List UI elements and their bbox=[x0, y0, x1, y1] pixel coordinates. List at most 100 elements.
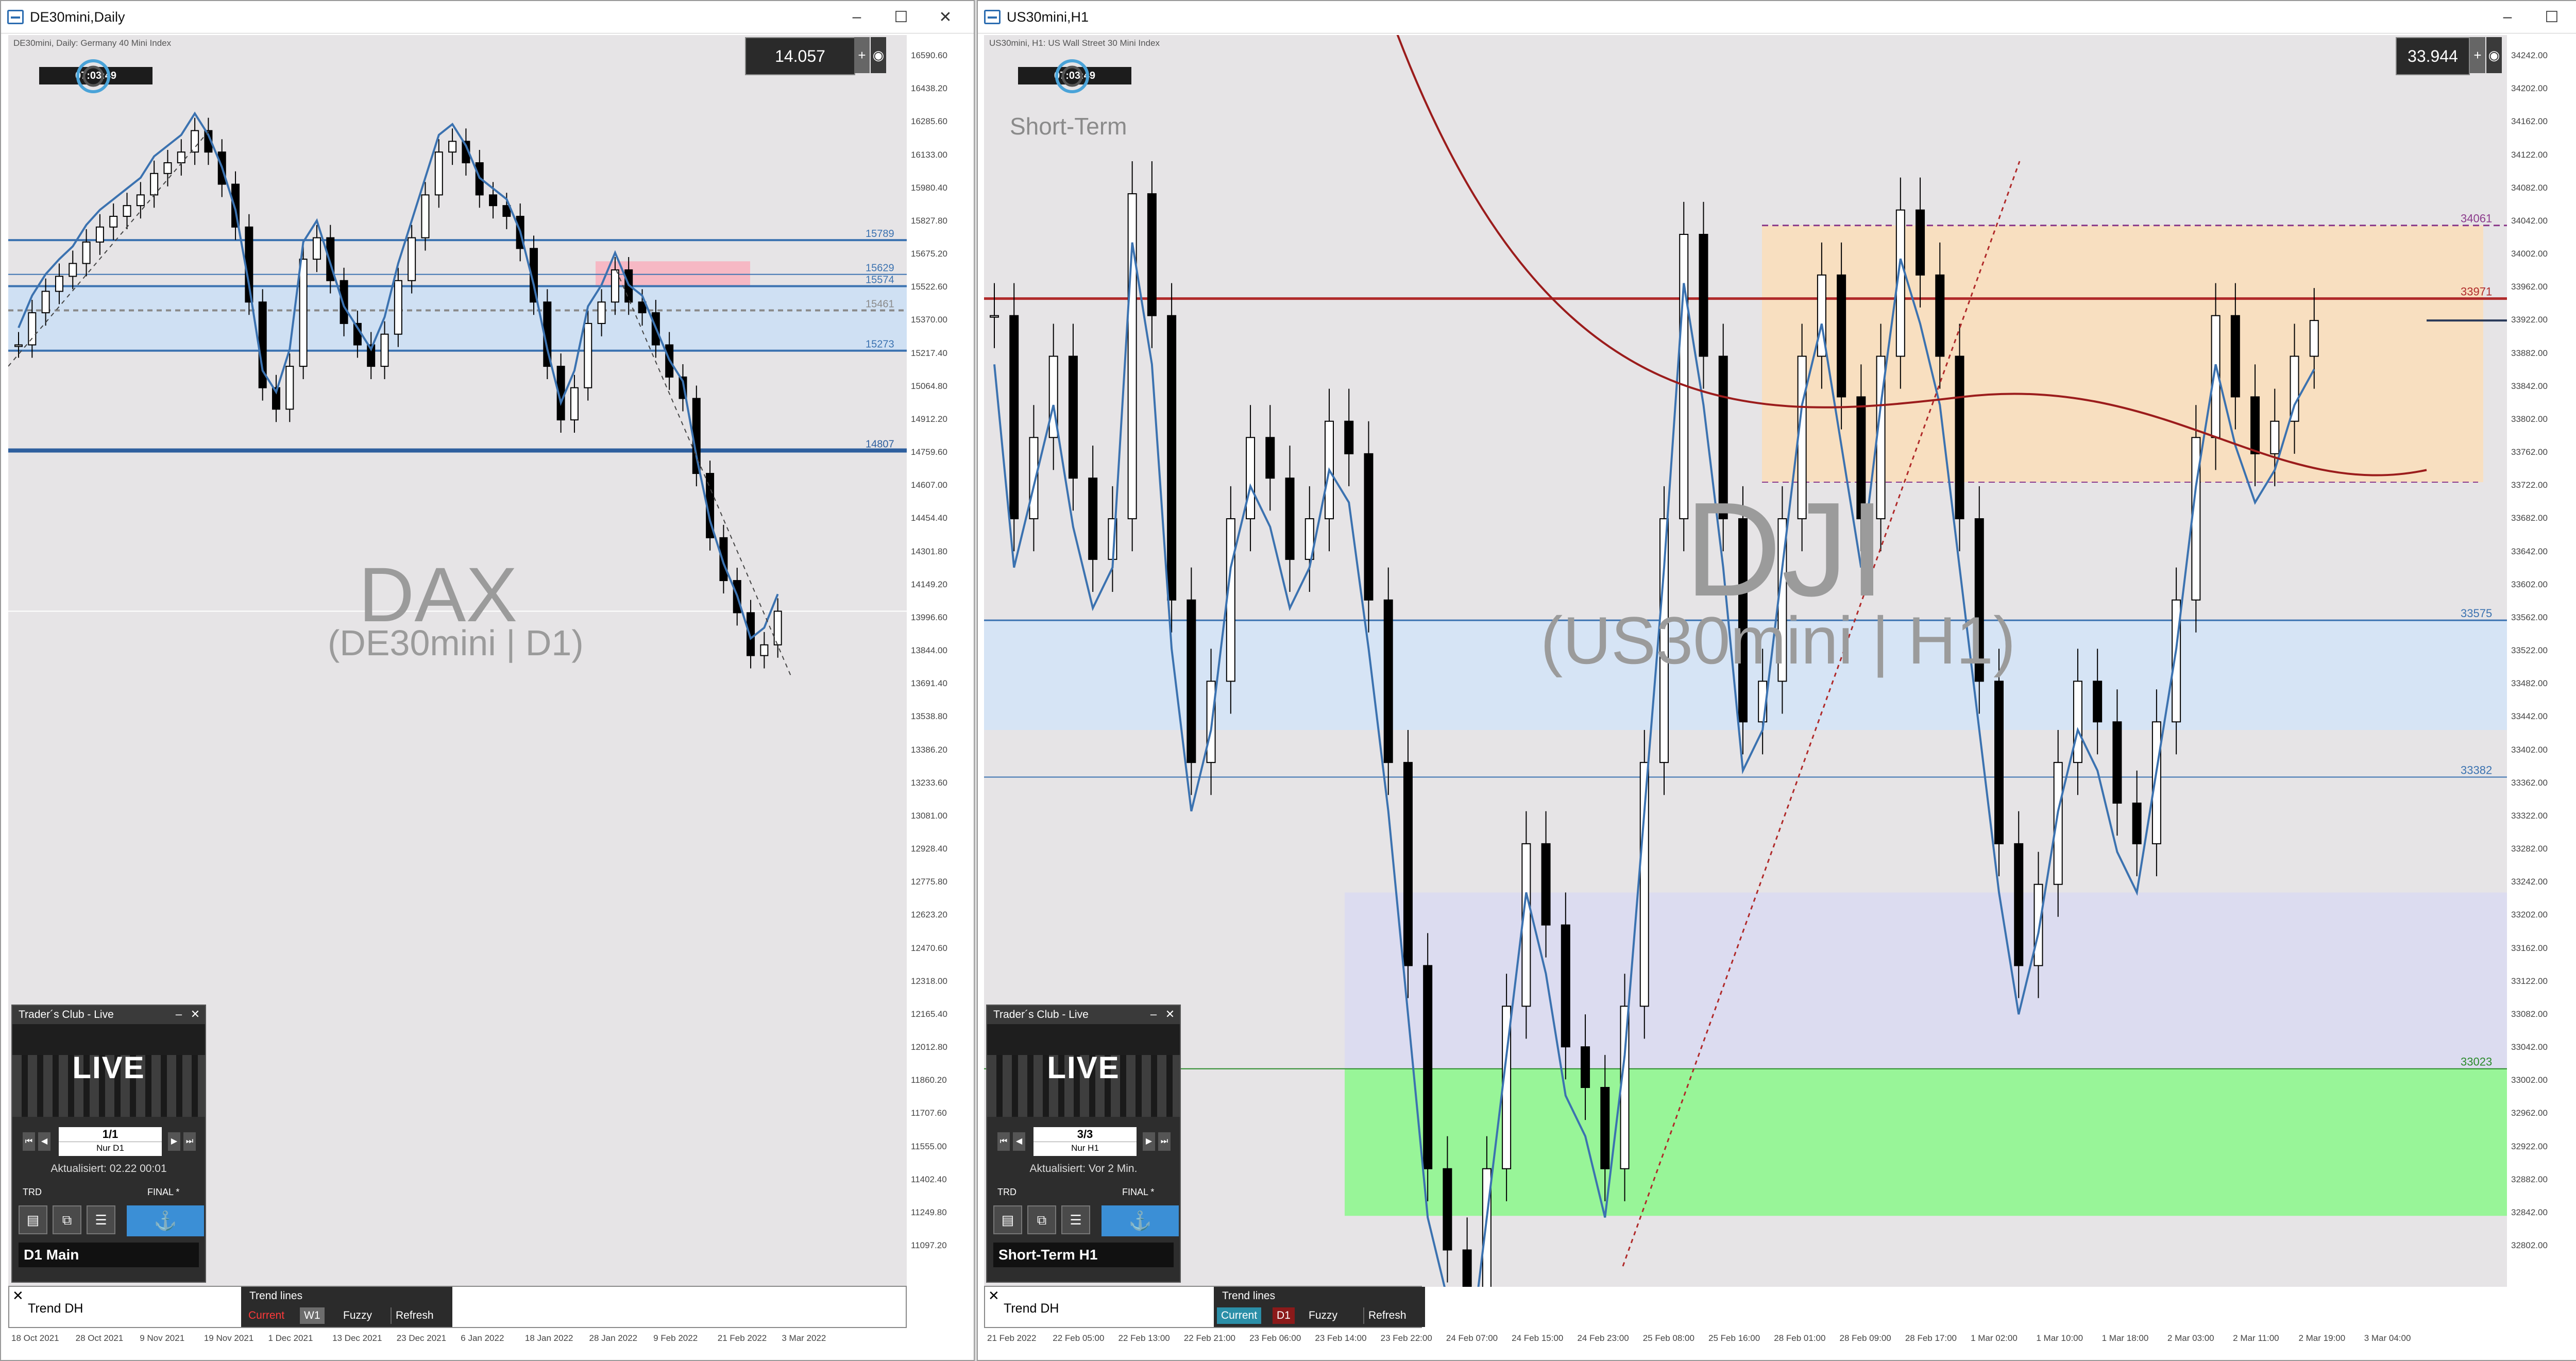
price-settings-icon[interactable]: ◉ bbox=[2486, 37, 2502, 73]
candle-body bbox=[1167, 315, 1177, 601]
y-axis-tick-label: 15827.80 bbox=[911, 215, 947, 226]
y-axis-tick-label: 34082.00 bbox=[2511, 182, 2548, 193]
traders-club-logo-icon bbox=[1055, 59, 1089, 93]
maximize-button[interactable]: ☐ bbox=[879, 8, 923, 26]
y-axis-tick-label: 16133.00 bbox=[911, 149, 947, 160]
document-icon[interactable]: ▤ bbox=[993, 1205, 1022, 1234]
y-axis-tick-label: 11860.20 bbox=[911, 1075, 947, 1085]
left-window-titlebar[interactable]: DE30mini,Daily – ☐ ✕ bbox=[1, 1, 974, 33]
x-axis-tick-label: 13 Dec 2021 bbox=[332, 1333, 382, 1343]
price-plus-button[interactable]: + bbox=[2470, 37, 2485, 73]
price-settings-icon[interactable]: ◉ bbox=[871, 37, 886, 73]
refresh-button[interactable]: Refresh bbox=[1363, 1307, 1411, 1324]
minimize-button[interactable]: – bbox=[835, 8, 879, 26]
trend-toolbar: ✕ Trend DH Trend lines Current D1 Fuzzy … bbox=[984, 1286, 1425, 1328]
panel-selection-label: D1 Main bbox=[19, 1243, 199, 1267]
y-axis-tick-label: 12012.80 bbox=[911, 1042, 947, 1052]
x-axis-tick-label: 28 Feb 09:00 bbox=[1839, 1333, 1891, 1343]
level-label: 34061 bbox=[2461, 212, 2492, 225]
close-button[interactable]: ✕ bbox=[923, 8, 968, 26]
database-icon[interactable]: ☰ bbox=[1061, 1205, 1090, 1234]
y-axis-tick-label: 12318.00 bbox=[911, 976, 947, 986]
prev-page-button[interactable]: ◀ bbox=[38, 1132, 50, 1151]
y-axis-tick-label: 15980.40 bbox=[911, 182, 947, 193]
dax-chart-area[interactable]: 15789 15629 15574 15461 15273 14807 DE30mini,… bbox=[8, 35, 907, 1287]
candle-body bbox=[123, 205, 131, 217]
current-button[interactable]: Current bbox=[244, 1307, 289, 1324]
anchor-button[interactable]: ⚓ bbox=[1101, 1205, 1179, 1236]
chart-window-icon bbox=[7, 10, 24, 24]
first-page-button[interactable]: ⏮ bbox=[997, 1132, 1010, 1151]
x-axis-tick-label: 1 Mar 18:00 bbox=[2102, 1333, 2149, 1343]
maximize-button[interactable]: ☐ bbox=[2530, 8, 2574, 26]
x-axis-tick-label: 24 Feb 15:00 bbox=[1512, 1333, 1564, 1343]
candle-body bbox=[584, 322, 592, 388]
y-axis-tick-label: 15675.20 bbox=[911, 249, 947, 259]
panel-minimize-button[interactable]: – bbox=[1146, 1007, 1161, 1022]
toolbar-close-button[interactable]: ✕ bbox=[988, 1288, 999, 1304]
last-page-button[interactable]: ⏭ bbox=[1158, 1132, 1171, 1151]
panel-header[interactable]: Trader´s Club - Live – ✕ bbox=[12, 1006, 205, 1024]
panel-selection-label: Short-Term H1 bbox=[993, 1243, 1174, 1267]
page-filter: Nur H1 bbox=[1033, 1142, 1137, 1154]
close-button[interactable]: ✕ bbox=[2574, 8, 2576, 26]
panel-minimize-button[interactable]: – bbox=[171, 1007, 187, 1022]
y-axis-tick-label: 33922.00 bbox=[2511, 315, 2548, 325]
x-axis-tick-label: 28 Jan 2022 bbox=[589, 1333, 638, 1343]
refresh-button[interactable]: Refresh bbox=[391, 1307, 438, 1324]
candle-body bbox=[1383, 599, 1393, 763]
panel-close-button[interactable]: ✕ bbox=[1162, 1007, 1178, 1022]
y-axis-tick-label: 33682.00 bbox=[2511, 513, 2548, 523]
candle-body bbox=[1423, 965, 1433, 1169]
minimize-button[interactable]: – bbox=[2485, 8, 2530, 26]
y-axis-tick-label: 16590.60 bbox=[911, 50, 947, 60]
level-label: 15574 bbox=[866, 275, 894, 286]
fuzzy-button[interactable]: Fuzzy bbox=[1304, 1307, 1342, 1324]
x-axis-tick-label: 21 Feb 2022 bbox=[987, 1333, 1037, 1343]
price-plus-button[interactable]: + bbox=[854, 37, 870, 73]
dji-chart-area[interactable]: 34061 33971 33575 33382 33023 US30mini, H1: … bbox=[984, 35, 2507, 1287]
candle-body bbox=[1521, 843, 1531, 1007]
candle-body bbox=[2250, 396, 2260, 454]
x-axis-tick-label: 22 Feb 21:00 bbox=[1183, 1333, 1236, 1343]
y-axis-tick-label: 12165.40 bbox=[911, 1009, 947, 1019]
page-indicator: 1/1 Nur D1 bbox=[59, 1127, 162, 1156]
candle-body bbox=[177, 151, 185, 163]
x-axis-tick-label: 2 Mar 11:00 bbox=[2233, 1333, 2279, 1343]
trend-toolbar: ✕ Trend DH Trend lines Current W1 Fuzzy … bbox=[8, 1286, 907, 1328]
anchor-button[interactable]: ⚓ bbox=[127, 1205, 204, 1236]
y-axis-tick-label: 33162.00 bbox=[2511, 943, 2548, 953]
windows-icon[interactable]: ⧉ bbox=[1027, 1205, 1056, 1234]
candle-body bbox=[2112, 721, 2122, 804]
toolbar-close-button[interactable]: ✕ bbox=[12, 1288, 24, 1304]
level-label: 15461 bbox=[866, 299, 894, 310]
level-label: 15273 bbox=[866, 339, 894, 350]
windows-icon[interactable]: ⧉ bbox=[53, 1205, 81, 1234]
candle-body bbox=[28, 312, 37, 346]
first-page-button[interactable]: ⏮ bbox=[23, 1132, 35, 1151]
live-label: LIVE bbox=[72, 1050, 145, 1085]
document-icon[interactable]: ▤ bbox=[19, 1205, 47, 1234]
candle-body bbox=[1187, 599, 1196, 763]
y-axis-tick-label: 33002.00 bbox=[2511, 1075, 2548, 1085]
x-axis-tick-label: 22 Feb 13:00 bbox=[1118, 1333, 1170, 1343]
y-axis-tick-label: 13691.40 bbox=[911, 678, 947, 689]
timeframe-button[interactable]: W1 bbox=[300, 1307, 325, 1324]
chart-subtitle: US30mini, H1: US Wall Street 30 Mini Ind… bbox=[989, 38, 1160, 48]
x-axis-tick-label: 25 Feb 08:00 bbox=[1642, 1333, 1694, 1343]
right-window-titlebar[interactable]: US30mini,H1 – ☐ ✕ bbox=[978, 1, 2576, 33]
page-indicator: 3/3 Nur H1 bbox=[1033, 1127, 1137, 1156]
next-page-button[interactable]: ▶ bbox=[1143, 1132, 1155, 1151]
candle-body bbox=[150, 173, 159, 196]
timeframe-button[interactable]: D1 bbox=[1273, 1307, 1295, 1324]
next-page-button[interactable]: ▶ bbox=[168, 1132, 180, 1151]
database-icon[interactable]: ☰ bbox=[87, 1205, 115, 1234]
panel-header[interactable]: Trader´s Club - Live – ✕ bbox=[987, 1006, 1180, 1024]
last-page-button[interactable]: ⏭ bbox=[183, 1132, 196, 1151]
fuzzy-button[interactable]: Fuzzy bbox=[339, 1307, 377, 1324]
x-axis-tick-label: 23 Dec 2021 bbox=[396, 1333, 447, 1343]
y-axis-tick-label: 33522.00 bbox=[2511, 645, 2548, 655]
current-button[interactable]: Current bbox=[1217, 1307, 1262, 1324]
prev-page-button[interactable]: ◀ bbox=[1013, 1132, 1025, 1151]
panel-close-button[interactable]: ✕ bbox=[188, 1007, 203, 1022]
